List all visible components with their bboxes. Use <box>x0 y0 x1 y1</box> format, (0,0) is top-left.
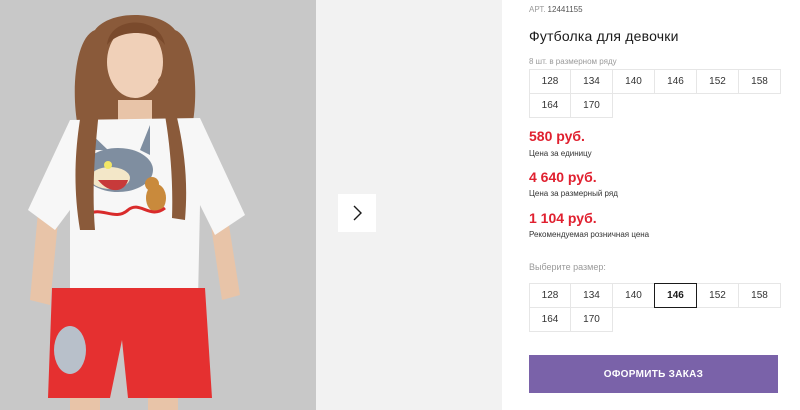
unit-price-label: Цена за единицу <box>529 149 592 158</box>
product-title: Футболка для девочки <box>529 28 679 44</box>
gallery-next-button[interactable] <box>338 194 376 232</box>
size-row-cell: 158 <box>738 69 781 94</box>
size-row-cell: 128 <box>529 69 571 94</box>
place-order-button[interactable]: ОФОРМИТЬ ЗАКАЗ <box>529 355 778 393</box>
size-option-152[interactable]: 152 <box>696 283 739 308</box>
sku-number: 12441155 <box>547 5 583 14</box>
size-row-cell: 152 <box>696 69 739 94</box>
chevron-right-icon <box>353 205 362 221</box>
size-option-146-selected[interactable]: 146 <box>654 283 697 308</box>
size-row-cell: 170 <box>570 93 613 118</box>
retail-price-label: Рекомендуемая розничная цена <box>529 230 650 239</box>
size-option-128[interactable]: 128 <box>529 283 571 308</box>
retail-price: 1 104 руб. <box>529 210 597 226</box>
choose-size-label: Выберите размер: <box>529 262 606 272</box>
size-option-164[interactable]: 164 <box>529 307 571 332</box>
product-photo-main[interactable] <box>0 0 316 410</box>
sku-line: АРТ. 12441155 <box>529 5 583 14</box>
girl-in-tshirt-illustration <box>0 0 316 410</box>
row-price: 4 640 руб. <box>529 169 597 185</box>
size-option-170[interactable]: 170 <box>570 307 613 332</box>
size-row-cell: 164 <box>529 93 571 118</box>
size-option-134[interactable]: 134 <box>570 283 613 308</box>
product-gallery <box>0 0 502 410</box>
size-option-140[interactable]: 140 <box>612 283 655 308</box>
size-row-cell: 146 <box>654 69 697 94</box>
size-selector: 128 134 140 146 152 158 164 170 <box>529 283 781 332</box>
size-option-158[interactable]: 158 <box>738 283 781 308</box>
row-price-label: Цена за размерный ряд <box>529 189 618 198</box>
row-count-note: 8 шт. в размерном ряду <box>529 57 617 66</box>
size-row-grid: 128 134 140 146 152 158 164 170 <box>529 69 781 118</box>
sku-label: АРТ. <box>529 5 546 14</box>
size-row-cell: 134 <box>570 69 613 94</box>
unit-price: 580 руб. <box>529 128 585 144</box>
size-row-cell: 140 <box>612 69 655 94</box>
